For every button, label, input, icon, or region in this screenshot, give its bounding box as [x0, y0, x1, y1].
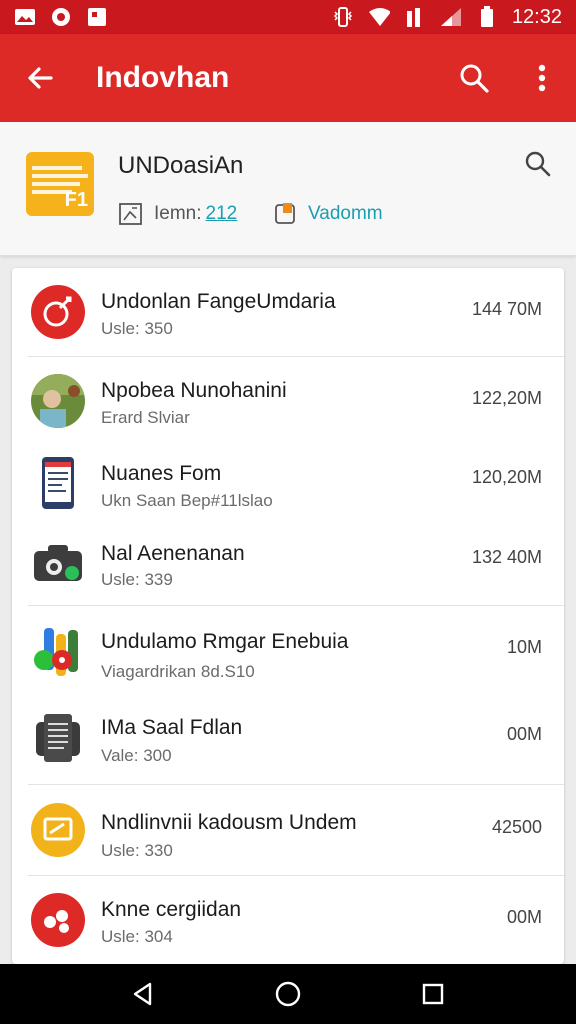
list-item[interactable]: Knne cergiidan Usle: 304 00M [12, 876, 564, 964]
item-name: Nal Aenenanan [101, 542, 245, 565]
logo-text: F1 [64, 189, 88, 211]
wifi-icon [368, 7, 390, 27]
list-item[interactable]: Nndlinvnii kadousm Undem Usle: 330 42500 [12, 785, 564, 875]
item-name: IMa Saal Fdlan [101, 716, 243, 739]
signal-bars-icon [404, 7, 426, 27]
app-bar: Indovhan [0, 34, 576, 122]
item-size: 42500 [491, 817, 542, 837]
item-subtitle: Usle: 304 [101, 927, 173, 946]
brand-icon [275, 203, 295, 224]
item-size: 00M [506, 907, 542, 927]
item-name: Knne cergiidan [101, 898, 242, 921]
app-header-card: F1 UNDoasiAn Iemn: 212 Vadomm [0, 122, 576, 256]
list-item[interactable]: Undulamo Rmgar Enebuia Viagardrikan 8d.S… [12, 606, 564, 700]
header-search-button[interactable] [524, 150, 552, 183]
phone-document-icon [30, 455, 86, 511]
search-icon [460, 64, 489, 93]
item-size: 00M [506, 724, 542, 744]
item-subtitle: Erard Slviar [101, 408, 190, 427]
item-size: 120,20M [471, 467, 542, 487]
document-stack-icon [30, 710, 86, 766]
item-name: Npobea Nunohanini [101, 379, 287, 402]
list-item[interactable]: Npobea Nunohanini Erard Slviar 122,20M [12, 357, 564, 445]
item-subtitle: Ukn Saan Bep#11lslao [101, 491, 273, 510]
avatar-photo-icon [30, 373, 86, 429]
brand-link[interactable]: Vadomm [274, 202, 383, 226]
more-options-button[interactable] [508, 34, 576, 122]
battery-icon [476, 6, 498, 27]
item-subtitle: Vale: 300 [101, 746, 172, 765]
list-item[interactable]: IMa Saal Fdlan Vale: 300 00M [12, 700, 564, 784]
nav-recents-button[interactable] [403, 964, 463, 1024]
item-size: 10M [506, 637, 542, 657]
arrow-back-icon [28, 67, 53, 89]
item-name: Nndlinvnii kadousm Undem [101, 811, 357, 834]
navigation-bar [0, 964, 576, 1024]
meta-items[interactable]: Iemn: 212 [118, 202, 237, 226]
list-item[interactable]: Undonlan FangeUmdaria Usle: 350 144 70M [12, 268, 564, 356]
app-logo: F1 [26, 152, 94, 216]
file-list: Undonlan FangeUmdaria Usle: 350 144 70M … [12, 268, 564, 964]
item-size: 132 40M [471, 547, 542, 567]
colorful-apps-icon [30, 624, 86, 680]
photo-icon [86, 7, 108, 27]
gallery-icon [14, 7, 36, 27]
item-name: Undulamo Rmgar Enebuia [101, 630, 349, 653]
nav-back-button[interactable] [113, 964, 173, 1024]
brand-name: Vadomm [308, 203, 383, 224]
chart-box-icon [119, 203, 142, 225]
vibrate-icon [332, 7, 354, 27]
app-name: UNDoasiAn [118, 152, 244, 179]
item-name: Nuanes Fom [101, 462, 222, 485]
clock: 12:32 [511, 5, 562, 28]
meta-value: 212 [205, 203, 238, 224]
item-size: 144 70M [471, 299, 542, 319]
app-title: Indovhan [96, 61, 230, 94]
camera-bag-icon [30, 535, 86, 591]
nav-home-icon [275, 981, 301, 1007]
item-subtitle: Usle: 339 [101, 570, 173, 589]
list-item[interactable]: Nuanes Fom Ukn Saan Bep#11lslao 120,20M [12, 445, 564, 525]
item-name: Undonlan FangeUmdaria [101, 290, 336, 313]
signal-icon [440, 7, 462, 27]
search-icon [525, 151, 551, 177]
back-button[interactable] [0, 34, 80, 122]
status-bar: 12:32 [0, 0, 576, 34]
red-circle-icon [30, 284, 86, 340]
more-vert-icon [538, 64, 546, 92]
nav-recents-icon [423, 983, 444, 1005]
search-button[interactable] [440, 34, 508, 122]
list-item[interactable]: Nal Aenenanan Usle: 339 132 40M [12, 525, 564, 605]
item-subtitle: Usle: 350 [101, 319, 173, 338]
meta-label: Iemn: [154, 203, 202, 224]
item-subtitle: Viagardrikan 8d.S10 [101, 662, 255, 681]
opera-icon [50, 7, 72, 27]
red-dots-icon [30, 892, 86, 948]
nav-home-button[interactable] [258, 964, 318, 1024]
item-subtitle: Usle: 330 [101, 841, 173, 860]
nav-back-icon [133, 982, 151, 1006]
item-size: 122,20M [471, 388, 542, 408]
yellow-card-icon [30, 802, 86, 858]
